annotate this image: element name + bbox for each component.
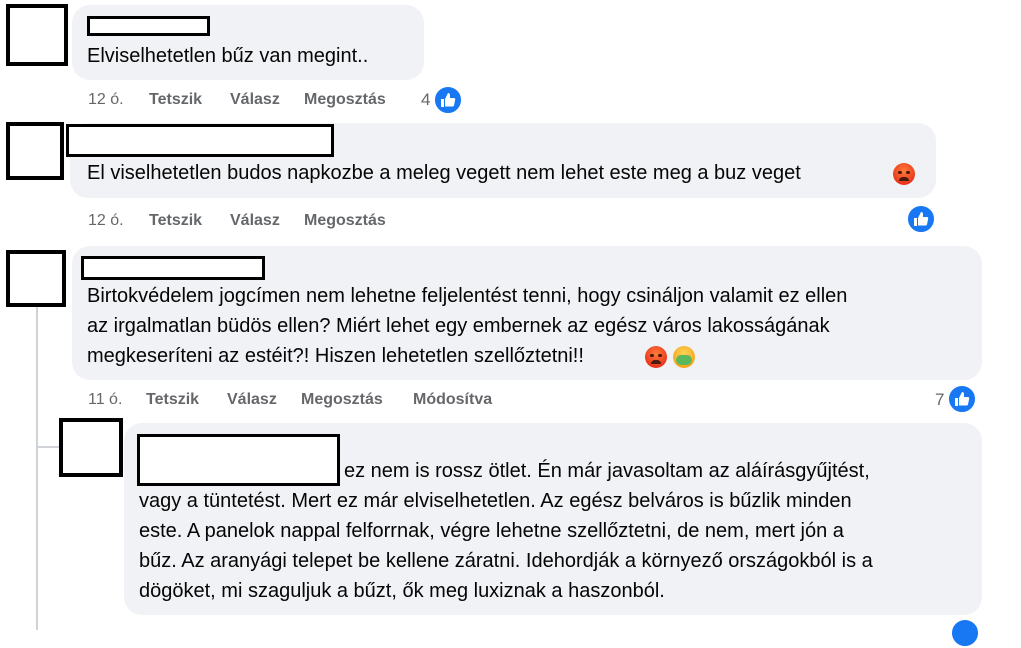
like-action[interactable]: Tetszik [149,89,202,111]
edited-label[interactable]: Módosítva [413,389,492,411]
comment-text-line: az irgalmatlan büdös ellen? Miért lehet … [87,315,830,337]
comment-text-line: megkeseríteni az estéit?! Hiszen lehetet… [87,345,584,367]
comment-meta: 12 ó. Tetszik Válasz Megosztás [88,210,488,232]
comment-text: Elviselhetetlen bűz van megint.. [87,45,369,67]
timestamp-link[interactable]: 11 ó. [88,389,122,411]
thread-connector [36,446,60,448]
redacted-author-name[interactable] [81,256,265,280]
comment-text: El viselhetetlen budos napkozbe a meleg … [87,162,801,184]
reaction-count[interactable]: 4 [421,89,430,111]
thumbs-up-icon[interactable] [950,618,980,648]
redacted-author-name[interactable] [66,124,334,157]
reply-text-line: vagy a tüntetést. Mert ez már elviselhet… [139,490,852,512]
reply-text-line: bűz. Az aranyági telepet be kellene zára… [139,550,873,572]
timestamp-link[interactable]: 12 ó. [88,89,124,111]
comment-meta: 11 ó. Tetszik Válasz Megosztás Módosítva [88,389,538,411]
thread-line [36,306,38,630]
avatar[interactable] [6,250,66,307]
share-action[interactable]: Megosztás [301,389,383,411]
share-action[interactable]: Megosztás [304,210,386,232]
thumbs-up-icon[interactable] [947,384,977,414]
reaction-count[interactable]: 7 [935,389,944,411]
redacted-author-name[interactable] [87,16,210,36]
reply-text-line: este. A panelok nappal felforrnak, végre… [139,520,844,542]
avatar[interactable] [59,418,123,477]
timestamp-link[interactable]: 12 ó. [88,210,124,232]
avatar[interactable] [6,122,64,180]
share-action[interactable]: Megosztás [304,89,386,111]
thumbs-up-icon[interactable] [433,85,463,115]
redacted-author-name[interactable] [137,434,340,486]
like-action[interactable]: Tetszik [146,389,199,411]
reply-action[interactable]: Válasz [227,389,277,411]
like-action[interactable]: Tetszik [149,210,202,232]
reply-text-line: ez nem is rossz ötlet. Én már javasoltam… [344,460,870,482]
comment-text-line: Birtokvédelem jogcímen nem lehetne felje… [87,285,848,307]
avatar[interactable] [6,4,68,66]
thumbs-up-icon[interactable] [906,204,936,234]
angry-face-emoji [645,346,667,368]
nauseated-face-emoji [673,346,695,368]
angry-face-emoji [893,163,915,185]
reply-text-line: dögöket, mi szaguljuk a bűzt, ők meg lux… [139,580,665,602]
reply-action[interactable]: Válasz [230,89,280,111]
reply-action[interactable]: Válasz [230,210,280,232]
